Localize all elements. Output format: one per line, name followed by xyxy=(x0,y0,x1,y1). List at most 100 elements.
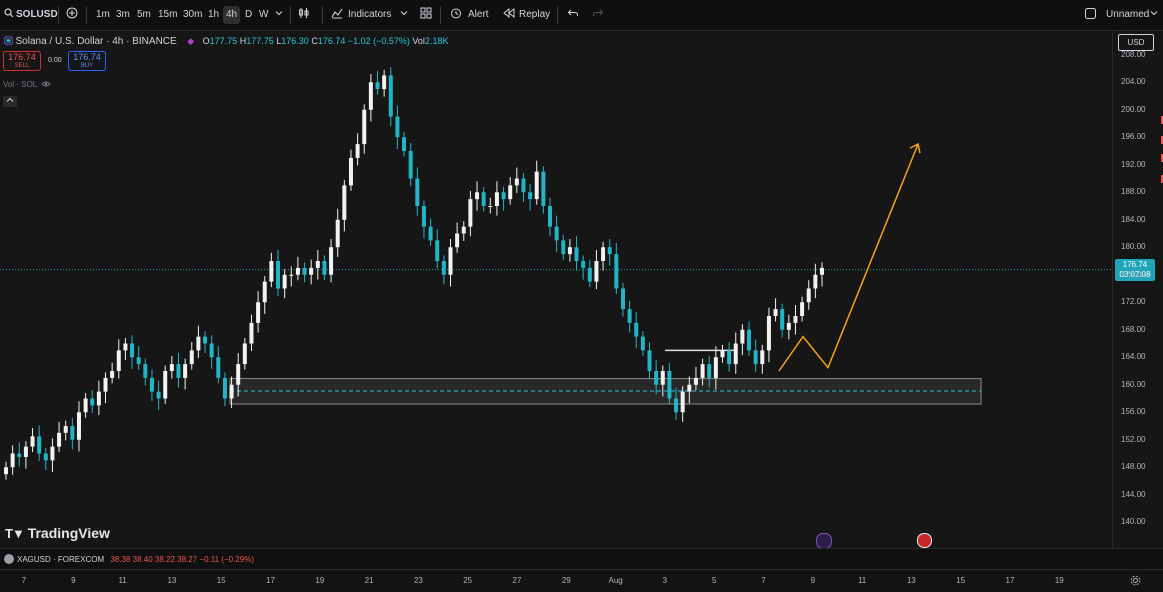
candle-body xyxy=(813,274,818,289)
candle-body xyxy=(96,391,101,406)
time-tick-label: 29 xyxy=(561,576,571,585)
bottom-ticker-bar: XAGUSD · FOREXCOM 38.38 38.40 38.22 38.2… xyxy=(0,548,1163,570)
candle-body xyxy=(587,267,592,282)
undo-icon[interactable] xyxy=(567,6,579,24)
candle-body xyxy=(488,206,493,207)
candle-body xyxy=(10,453,15,468)
candle-body xyxy=(693,377,698,385)
candle-body xyxy=(322,261,327,275)
candle-body xyxy=(123,343,128,351)
close-value: 176.74 xyxy=(317,36,346,46)
bottom-ticker[interactable]: XAGUSD · FOREXCOM 38.38 38.40 38.22 38.2… xyxy=(17,555,254,564)
time-tick-label: 5 xyxy=(711,576,717,585)
buy-button[interactable]: 176.74 BUY xyxy=(68,51,106,71)
indicators-icon[interactable] xyxy=(331,6,343,24)
chevron-down-icon[interactable] xyxy=(275,6,283,24)
search-icon[interactable] xyxy=(4,6,14,24)
chart-pane[interactable] xyxy=(0,31,1112,548)
candle-body xyxy=(388,75,393,117)
candle-body xyxy=(481,192,486,206)
open-value: 177.75 xyxy=(209,36,238,46)
indicators-button[interactable]: Indicators xyxy=(348,6,391,24)
candle-body xyxy=(242,343,247,365)
layout-checkbox-icon[interactable] xyxy=(1085,6,1096,24)
volume-indicator[interactable]: Vol · SOL xyxy=(3,80,51,89)
candle-body xyxy=(362,109,367,145)
chevron-down-icon[interactable] xyxy=(1150,6,1158,24)
candle-body xyxy=(23,446,28,457)
interval-5m[interactable]: 5m xyxy=(137,6,151,24)
eye-icon[interactable] xyxy=(41,80,51,88)
candle-body xyxy=(727,350,732,365)
sell-button[interactable]: 176.74 SELL xyxy=(3,51,41,71)
layout-name-button[interactable]: Unnamed xyxy=(1106,6,1149,24)
replay-button[interactable]: Replay xyxy=(519,6,550,24)
candle-body xyxy=(189,350,194,365)
candle-body xyxy=(700,364,705,378)
volume-indicator-label: Vol · SOL xyxy=(3,80,37,89)
time-tick-label: 11 xyxy=(118,576,127,585)
price-chart[interactable] xyxy=(0,31,1112,548)
candle-body xyxy=(561,240,566,255)
time-tick-label: 27 xyxy=(512,576,522,585)
settings-gear-icon[interactable] xyxy=(1130,575,1141,589)
interval-4h[interactable]: 4h xyxy=(223,6,241,24)
candle-style-icon[interactable] xyxy=(298,6,310,24)
change-value: −1.02 (−0.57%) xyxy=(347,36,410,46)
candle-body xyxy=(660,371,665,385)
currency-selector[interactable]: USD xyxy=(1118,34,1154,51)
candle-body xyxy=(295,267,300,275)
candle-body xyxy=(634,322,639,337)
candle-body xyxy=(567,247,572,255)
candle-body xyxy=(229,384,234,399)
alert-button[interactable]: Alert xyxy=(468,6,489,24)
interval-30m[interactable]: 30m xyxy=(183,6,202,24)
time-tick-label: 25 xyxy=(463,576,473,585)
symbol-search-button[interactable]: SOLUSD xyxy=(16,6,58,24)
interval-1h[interactable]: 1h xyxy=(208,6,219,24)
candle-body xyxy=(528,192,533,200)
price-tick-label: 208.00 xyxy=(1121,49,1146,59)
candle-body xyxy=(76,412,81,440)
candle-body xyxy=(149,377,154,392)
interval-1m[interactable]: 1m xyxy=(96,6,110,24)
time-tick-label: 13 xyxy=(906,576,916,585)
redo-icon[interactable] xyxy=(592,6,604,24)
bottom-ticker-open: 38.38 xyxy=(110,555,131,564)
candle-body xyxy=(620,288,625,310)
candle-body xyxy=(355,144,360,158)
interval-w[interactable]: W xyxy=(259,6,268,24)
price-tick-label: 188.00 xyxy=(1121,187,1146,197)
candle-body xyxy=(640,336,645,351)
price-tick-label: 152.00 xyxy=(1121,434,1146,444)
interval-3m[interactable]: 3m xyxy=(116,6,130,24)
us-flag-economic-event-icon[interactable] xyxy=(917,533,932,548)
event-marker-icon[interactable] xyxy=(816,533,832,549)
price-tick-label: 172.00 xyxy=(1121,297,1146,307)
candle-body xyxy=(687,384,692,392)
price-tick-label: 160.00 xyxy=(1121,379,1146,389)
symbol-title[interactable]: Solana / U.S. Dollar · 4h · BINANCE xyxy=(16,36,177,47)
price-axis[interactable]: USD 176.74 03:07:08 208.00 204.00 200.00 19… xyxy=(1112,31,1163,548)
top-toolbar: SOLUSD 1m 3m 5m 15m 30m 1h 4h D W Indica… xyxy=(0,0,1163,31)
layouts-grid-icon[interactable] xyxy=(420,6,432,24)
time-tick-label: 17 xyxy=(266,576,275,585)
candle-body xyxy=(428,226,433,241)
candle-body xyxy=(713,357,718,378)
candle-body xyxy=(276,261,280,289)
candle-body xyxy=(554,226,559,241)
candle-body xyxy=(766,316,771,351)
interval-15m[interactable]: 15m xyxy=(158,6,177,24)
chevron-down-icon[interactable] xyxy=(400,6,408,24)
time-axis[interactable]: 7 9 11 13 15 17 19 21 23 25 27 29 Aug 3 5 7 9 11 13 15 17 19 xyxy=(0,569,1163,592)
candle-body xyxy=(421,206,426,227)
replay-icon[interactable] xyxy=(503,6,515,24)
compare-add-icon[interactable] xyxy=(66,6,78,24)
bottom-ticker-high: 38.40 xyxy=(132,555,153,564)
bottom-ticker-symbol: XAGUSD · FOREXCOM xyxy=(17,555,105,564)
candle-body xyxy=(4,467,8,475)
alert-clock-icon[interactable] xyxy=(450,6,462,24)
collapse-legend-button[interactable] xyxy=(3,96,17,107)
interval-d[interactable]: D xyxy=(245,6,252,24)
candle-body xyxy=(534,171,539,200)
